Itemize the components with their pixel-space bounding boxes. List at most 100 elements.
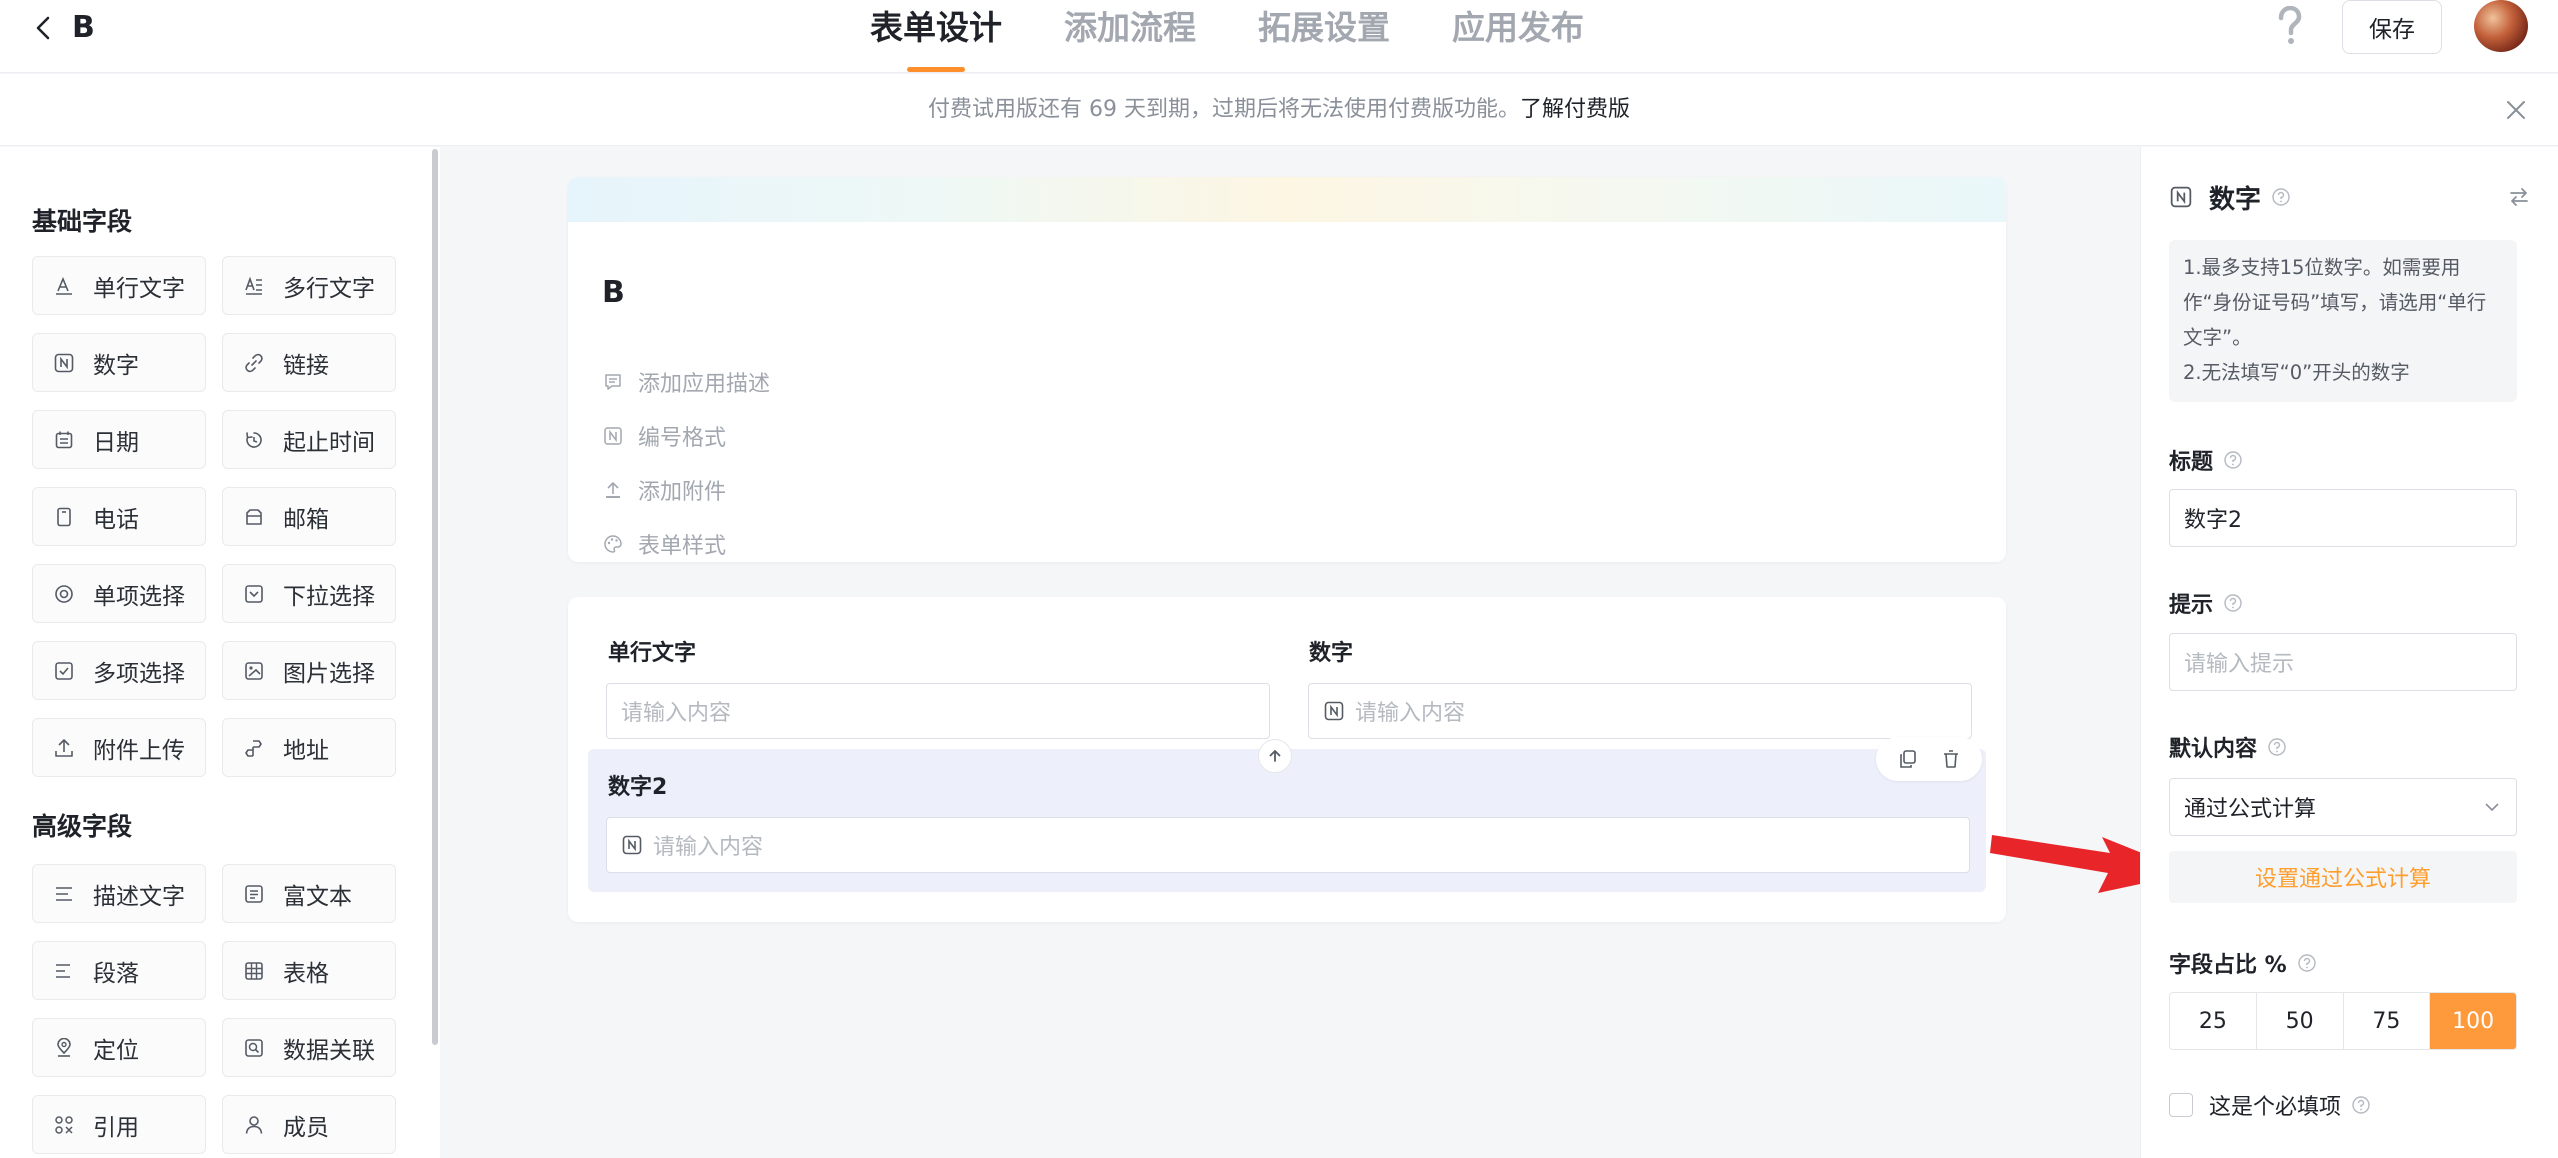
field-file-upload[interactable]: 附件上传 — [32, 718, 206, 777]
ratio-100-button[interactable]: 100 — [2430, 993, 2516, 1049]
time-range-icon — [243, 429, 265, 451]
app-title: B — [72, 10, 95, 45]
link-icon — [243, 352, 265, 374]
field-data-link[interactable]: 数据关联 — [222, 1018, 396, 1077]
basic-fields-grid: 单行文字 多行文字 数字 链接 日期 起止时间 电话 邮箱 单项选择 下拉选择 … — [32, 256, 396, 777]
member-icon — [243, 1114, 265, 1136]
attachment-icon — [602, 479, 624, 501]
delete-icon[interactable] — [1938, 746, 1964, 772]
save-button[interactable]: 保存 — [2342, 0, 2442, 54]
form-header-banner — [568, 177, 2006, 222]
copy-icon[interactable] — [1895, 746, 1921, 772]
required-label: 这是个必填项 — [2209, 1095, 2342, 1120]
ratio-label-row: 字段占比 % — [2169, 947, 2317, 979]
title-input[interactable]: 数字2 — [2169, 489, 2517, 547]
close-icon[interactable] — [2502, 96, 2530, 124]
add-attachment[interactable]: 添加附件 — [602, 475, 726, 505]
field-email[interactable]: 邮箱 — [222, 487, 396, 546]
tip-line: 2.无法填写“0”开头的数字 — [2183, 361, 2410, 384]
help-icon[interactable] — [2351, 1095, 2371, 1115]
tab-add-workflow[interactable]: 添加流程 — [1064, 0, 1196, 56]
user-avatar[interactable] — [2474, 0, 2528, 52]
form-title[interactable]: B — [602, 275, 625, 310]
location-icon — [53, 1037, 75, 1059]
arrow-up-icon — [1269, 750, 1281, 762]
add-app-description[interactable]: 添加应用描述 — [602, 367, 770, 397]
ratio-25-button[interactable]: 25 — [2170, 993, 2257, 1049]
field-label-number-2: 数字2 — [608, 775, 668, 800]
title-label-row: 标题 — [2169, 444, 2243, 476]
phone-icon — [53, 506, 75, 528]
number-input[interactable]: 请输入内容 — [1308, 683, 1972, 739]
learn-paid-version-link[interactable]: 了解付费版 — [1520, 97, 1630, 122]
number-format[interactable]: 编号格式 — [602, 421, 726, 451]
trial-banner-text: 付费试用版还有 69 天到期，过期后将无法使用付费版功能。 — [928, 97, 1520, 122]
reference-icon — [53, 1114, 75, 1136]
number-field-tips: 1.最多支持15位数字。如需要用作“身份证号码”填写，请选用“单行文字”。 2.… — [2169, 240, 2517, 402]
number-icon — [53, 352, 75, 374]
help-icon[interactable] — [2223, 450, 2243, 470]
description-icon — [53, 883, 75, 905]
help-icon[interactable] — [2271, 187, 2291, 207]
ratio-50-button[interactable]: 50 — [2256, 993, 2344, 1049]
paragraph-icon — [53, 960, 75, 982]
help-icon[interactable] — [2270, 2, 2310, 50]
field-image-choice[interactable]: 图片选择 — [222, 641, 396, 700]
field-rich-text[interactable]: 富文本 — [222, 864, 396, 923]
set-formula-button[interactable]: 设置通过公式计算 — [2169, 851, 2517, 903]
back-button[interactable] — [28, 6, 58, 50]
tab-app-publish[interactable]: 应用发布 — [1452, 0, 1584, 56]
form-fields-card: 单行文字 请输入内容 数字 请输入内容 数字2 请输入内容 — [568, 597, 2006, 922]
form-style[interactable]: 表单样式 — [602, 529, 726, 559]
switch-type-icon[interactable] — [2505, 183, 2533, 211]
field-reference[interactable]: 引用 — [32, 1095, 206, 1154]
ratio-75-button[interactable]: 75 — [2343, 993, 2431, 1049]
default-content-select[interactable]: 通过公式计算 — [2169, 778, 2517, 836]
selected-field-number-2[interactable]: 数字2 请输入内容 — [588, 749, 1986, 892]
number-icon — [1323, 700, 1345, 722]
single-line-text-input[interactable]: 请输入内容 — [606, 683, 1270, 739]
number-icon — [621, 834, 643, 856]
image-icon — [243, 660, 265, 682]
chevron-down-icon — [2482, 797, 2502, 817]
upload-icon — [53, 737, 75, 759]
field-time-range[interactable]: 起止时间 — [222, 410, 396, 469]
field-phone[interactable]: 电话 — [32, 487, 206, 546]
field-ratio-selector: 25 50 75 100 — [2169, 992, 2517, 1050]
help-icon[interactable] — [2297, 953, 2317, 973]
field-multiple-choice[interactable]: 多项选择 — [32, 641, 206, 700]
field-type-name: 数字 — [2209, 184, 2262, 215]
chevron-left-icon — [36, 16, 50, 40]
trial-banner-message: 付费试用版还有 69 天到期，过期后将无法使用付费版功能。了解付费版 — [0, 74, 2558, 146]
hint-input[interactable]: 请输入提示 — [2169, 633, 2517, 691]
number-2-input[interactable]: 请输入内容 — [606, 817, 1970, 873]
number-icon — [2169, 185, 2193, 209]
hint-label-row: 提示 — [2169, 587, 2243, 619]
field-type-header: 数字 — [2169, 177, 2291, 217]
field-single-line-text[interactable]: 单行文字 — [32, 256, 206, 315]
tab-form-design[interactable]: 表单设计 — [870, 0, 1002, 72]
advanced-fields-grid: 描述文字 富文本 段落 表格 定位 数据关联 引用 成员 — [32, 864, 396, 1154]
field-multi-line-text[interactable]: 多行文字 — [222, 256, 396, 315]
field-table[interactable]: 表格 — [222, 941, 396, 1000]
rich-text-icon — [243, 883, 265, 905]
field-date[interactable]: 日期 — [32, 410, 206, 469]
required-checkbox[interactable] — [2169, 1093, 2193, 1117]
default-label-row: 默认内容 — [2169, 731, 2287, 763]
field-member[interactable]: 成员 — [222, 1095, 396, 1154]
scrollbar[interactable] — [432, 149, 438, 1045]
field-number[interactable]: 数字 — [32, 333, 206, 392]
field-address[interactable]: 地址 — [222, 718, 396, 777]
field-paragraph[interactable]: 段落 — [32, 941, 206, 1000]
field-link[interactable]: 链接 — [222, 333, 396, 392]
dropdown-icon — [243, 583, 265, 605]
help-icon[interactable] — [2223, 593, 2243, 613]
tab-extension-settings[interactable]: 拓展设置 — [1258, 0, 1390, 56]
field-dropdown[interactable]: 下拉选择 — [222, 564, 396, 623]
move-up-button[interactable] — [1258, 739, 1292, 773]
field-location[interactable]: 定位 — [32, 1018, 206, 1077]
help-icon[interactable] — [2267, 737, 2287, 757]
field-single-choice[interactable]: 单项选择 — [32, 564, 206, 623]
mail-icon — [243, 506, 265, 528]
field-description-text[interactable]: 描述文字 — [32, 864, 206, 923]
